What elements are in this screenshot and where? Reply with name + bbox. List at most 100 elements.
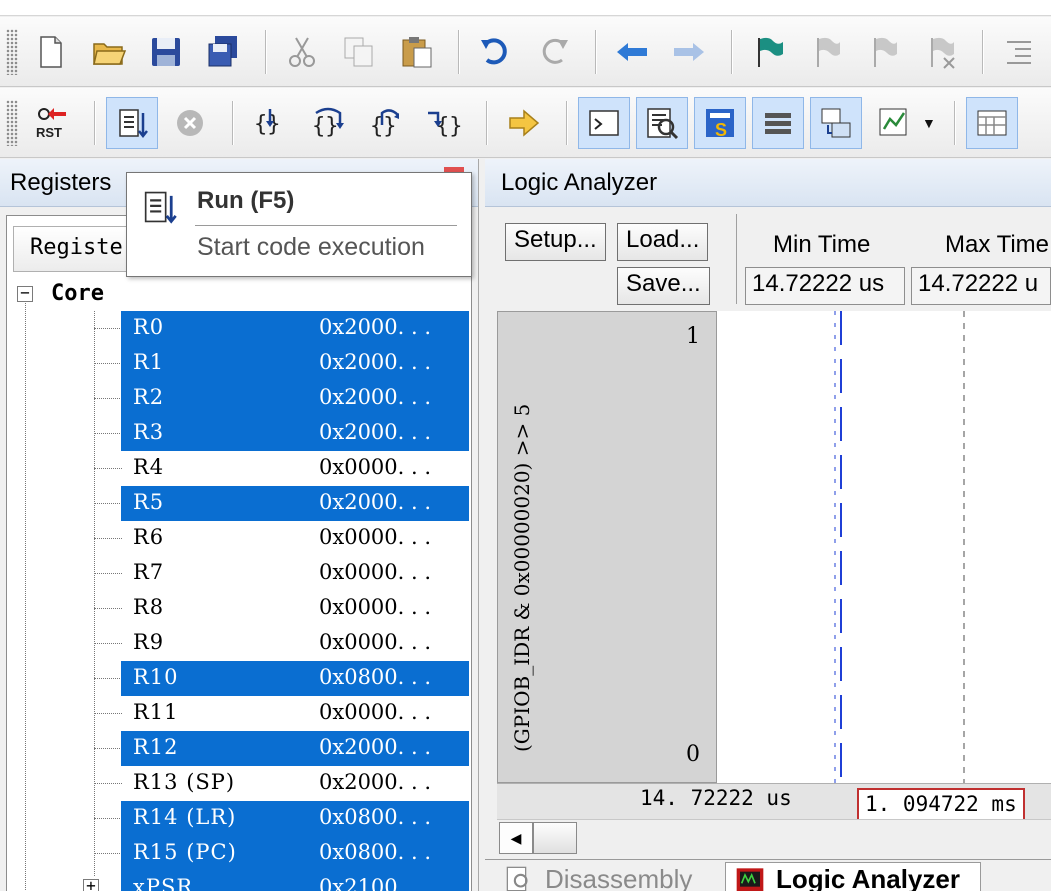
register-cell[interactable]: R13 (SP) 0x2000. . .: [121, 766, 469, 801]
register-cell[interactable]: R0 0x2000. . .: [121, 311, 469, 346]
register-cell[interactable]: R8 0x0000. . .: [121, 591, 469, 626]
tab-disassembly[interactable]: Disassembly: [495, 862, 692, 891]
register-cell[interactable]: R3 0x2000. . .: [121, 416, 469, 451]
setup-button[interactable]: Setup...: [505, 223, 606, 261]
collapse-icon[interactable]: −: [17, 284, 33, 302]
run-icon: [119, 108, 148, 138]
step-over-icon: {}: [312, 107, 344, 139]
show-next-statement-button[interactable]: [498, 97, 550, 149]
horizontal-scrollbar[interactable]: ◀: [497, 819, 1051, 855]
toolbar-grip[interactable]: [6, 28, 18, 75]
register-row[interactable]: R8 0x0000. . .: [7, 591, 471, 626]
register-cell[interactable]: R5 0x2000. . .: [121, 486, 469, 521]
register-row[interactable]: R13 (SP) 0x2000. . .: [7, 766, 471, 801]
watch-window-icon: [879, 108, 907, 135]
register-name: R3: [133, 420, 165, 444]
new-file-button[interactable]: [26, 26, 77, 78]
xpsr-row[interactable]: + xPSR 0x2100. . .: [7, 871, 471, 891]
scroll-left-icon[interactable]: ◀: [499, 822, 533, 854]
disassembly-icon: [506, 866, 528, 891]
stop-button[interactable]: [164, 97, 216, 149]
reset-button[interactable]: RST: [26, 97, 78, 149]
register-row[interactable]: R7 0x0000. . .: [7, 556, 471, 591]
copy-button[interactable]: [334, 26, 385, 78]
command-window-button[interactable]: [578, 96, 630, 149]
chevron-down-icon[interactable]: ▼: [922, 115, 936, 131]
register-row[interactable]: R15 (PC) 0x0800. . .: [7, 836, 471, 871]
bookmark-button[interactable]: [743, 26, 794, 78]
time-cursor-label: 1. 094722 ms: [857, 788, 1025, 822]
memory-window-icon: [977, 110, 1007, 135]
navigate-forward-icon: [674, 42, 705, 61]
step-button[interactable]: {}: [244, 97, 296, 149]
save-button[interactable]: [140, 26, 191, 78]
cut-button[interactable]: [277, 26, 328, 78]
register-row[interactable]: R11 0x0000. . .: [7, 696, 471, 731]
file-toolbar: [0, 17, 1051, 87]
toolbar-separator: [486, 100, 488, 145]
register-row[interactable]: R2 0x2000. . .: [7, 381, 471, 416]
register-row[interactable]: R4 0x0000. . .: [7, 451, 471, 486]
register-row[interactable]: R10 0x0800. . .: [7, 661, 471, 696]
symbols-window-button[interactable]: S: [694, 96, 746, 149]
save-all-button[interactable]: [197, 26, 248, 78]
register-name: xPSR: [133, 875, 194, 891]
watch-window-button[interactable]: [868, 97, 920, 149]
register-cell[interactable]: R1 0x2000. . .: [121, 346, 469, 381]
register-row[interactable]: R5 0x2000. . .: [7, 486, 471, 521]
indent-button[interactable]: [994, 26, 1045, 78]
register-cell[interactable]: R4 0x0000. . .: [121, 451, 469, 486]
navigate-back-button[interactable]: [607, 26, 658, 78]
register-column-label: Registe: [30, 235, 123, 260]
tab-logic-analyzer[interactable]: Logic Analyzer: [725, 862, 981, 891]
register-row[interactable]: R3 0x2000. . .: [7, 416, 471, 451]
register-name: R14 (LR): [133, 805, 237, 829]
register-cell[interactable]: R9 0x0000. . .: [121, 626, 469, 661]
load-button[interactable]: Load...: [617, 223, 709, 261]
scroll-thumb[interactable]: [533, 822, 577, 854]
tab-disassembly-label: Disassembly: [545, 863, 693, 891]
step-out-button[interactable]: {}: [360, 97, 412, 149]
waveform-plot[interactable]: [717, 311, 1051, 783]
show-next-statement-icon: [509, 108, 540, 137]
register-row[interactable]: R12 0x2000. . .: [7, 731, 471, 766]
register-value: 0x0800. . .: [319, 805, 432, 829]
bottom-tabs: Disassembly Logic Analyzer: [485, 859, 1051, 891]
redo-button[interactable]: [527, 26, 578, 78]
register-cell[interactable]: R12 0x2000. . .: [121, 731, 469, 766]
clear-bookmarks-button[interactable]: [915, 26, 966, 78]
memory-window-button[interactable]: [965, 96, 1018, 149]
navigate-forward-button[interactable]: [664, 26, 715, 78]
register-row[interactable]: R9 0x0000. . .: [7, 626, 471, 661]
expand-icon[interactable]: +: [83, 878, 99, 891]
register-cell[interactable]: R7 0x0000. . .: [121, 556, 469, 591]
prev-bookmark-button[interactable]: [800, 26, 851, 78]
next-bookmark-button[interactable]: [857, 26, 908, 78]
paste-button[interactable]: [391, 26, 442, 78]
register-cell[interactable]: R6 0x0000. . .: [121, 521, 469, 556]
save-button-la[interactable]: Save...: [617, 267, 710, 305]
register-cell[interactable]: R2 0x2000. . .: [121, 381, 469, 416]
register-cell[interactable]: R10 0x0800. . .: [121, 661, 469, 696]
undo-button[interactable]: [470, 26, 521, 78]
register-cell[interactable]: R14 (LR) 0x0800. . .: [121, 801, 469, 836]
call-stack-button[interactable]: [810, 96, 862, 149]
run-tooltip: Run (F5) Start code execution: [126, 172, 472, 277]
toolbar-grip[interactable]: [6, 99, 18, 146]
open-file-button[interactable]: [83, 26, 134, 78]
run-to-cursor-button[interactable]: {}: [418, 97, 470, 149]
register-row[interactable]: R6 0x0000. . .: [7, 521, 471, 556]
logic-analyzer-icon: [736, 867, 764, 891]
step-over-button[interactable]: {}: [302, 97, 354, 149]
toolbar-separator: [94, 100, 96, 145]
registers-window-button[interactable]: [752, 96, 804, 149]
run-button[interactable]: [106, 96, 158, 149]
register-row[interactable]: R0 0x2000. . .: [7, 311, 471, 346]
register-row[interactable]: R14 (LR) 0x0800. . .: [7, 801, 471, 836]
register-cell[interactable]: R15 (PC) 0x0800. . .: [121, 836, 469, 871]
core-group-row[interactable]: − Core: [17, 276, 104, 311]
signal-list[interactable]: (GPIOB_IDR & 0x00000020) >> 5 1 0: [497, 311, 717, 783]
register-row[interactable]: R1 0x2000. . .: [7, 346, 471, 381]
disassembly-window-button[interactable]: [636, 96, 688, 149]
register-cell[interactable]: R11 0x0000. . .: [121, 696, 469, 731]
